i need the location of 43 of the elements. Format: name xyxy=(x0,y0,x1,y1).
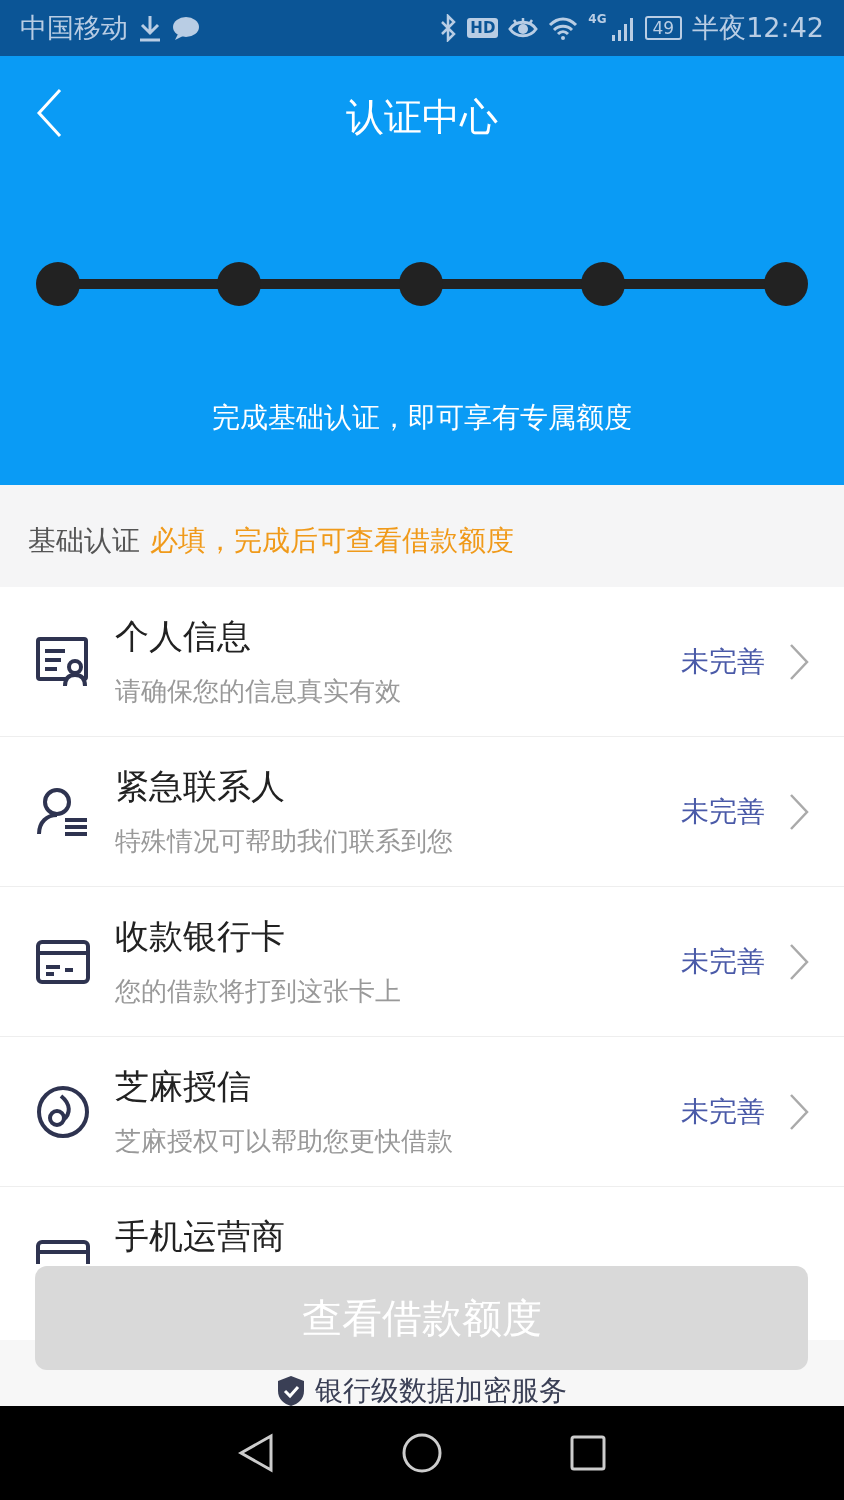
item-subtitle: 特殊情况可帮助我们联系到您 xyxy=(115,825,454,858)
item-title: 收款银行卡 xyxy=(115,915,286,958)
security-note: 银行级数据加密服务 xyxy=(315,1373,567,1406)
chevron-right-icon xyxy=(789,942,809,981)
hd-badge: HD xyxy=(467,18,499,38)
back-nav-icon[interactable] xyxy=(238,1433,274,1473)
item-status: 未完善 xyxy=(681,1093,765,1130)
header-subtitle: 完成基础认证，即可享有专属额度 xyxy=(212,400,632,436)
wifi-icon xyxy=(548,16,579,40)
section-note: 必填，完成后可查看借款额度 xyxy=(150,523,514,559)
download-icon xyxy=(138,14,162,42)
signal-icon xyxy=(610,15,635,41)
page-title: 认证中心 xyxy=(346,94,498,141)
swirl-icon xyxy=(35,1083,91,1140)
chat-bubble-icon xyxy=(172,15,200,41)
back-icon[interactable] xyxy=(36,88,62,138)
verification-item[interactable]: 收款银行卡 您的借款将打到这张卡上 未完善 xyxy=(0,887,844,1037)
item-subtitle: 请确保您的信息真实有效 xyxy=(115,675,402,708)
item-subtitle: 芝麻授权可以帮助您更快借款 xyxy=(115,1125,454,1158)
item-subtitle: 您的借款将打到这张卡上 xyxy=(115,975,402,1008)
section-title: 基础认证 xyxy=(28,523,140,559)
network-type: 4G xyxy=(588,12,607,26)
verification-item[interactable]: 手机运营商 xyxy=(0,1187,844,1264)
item-title: 手机运营商 xyxy=(115,1215,286,1258)
carrier-name: 中国移动 xyxy=(20,11,128,45)
chevron-right-icon xyxy=(789,1092,809,1131)
clock: 半夜12:42 xyxy=(692,11,824,45)
verification-item[interactable]: 个人信息 请确保您的信息真实有效 未完善 xyxy=(0,587,844,737)
item-title: 个人信息 xyxy=(115,615,252,658)
home-nav-icon[interactable] xyxy=(402,1433,442,1473)
chevron-right-icon xyxy=(789,792,809,831)
eye-icon xyxy=(508,16,539,40)
chevron-right-icon xyxy=(789,642,809,681)
item-status: 未完善 xyxy=(681,943,765,980)
item-status: 未完善 xyxy=(681,643,765,680)
verification-item[interactable]: 芝麻授信 芝麻授权可以帮助您更快借款 未完善 xyxy=(0,1037,844,1187)
item-title: 芝麻授信 xyxy=(115,1065,252,1108)
battery-indicator: 49 xyxy=(644,16,683,40)
bluetooth-icon xyxy=(439,14,458,42)
item-status: 未完善 xyxy=(681,793,765,830)
item-title: 紧急联系人 xyxy=(115,765,286,808)
recents-nav-icon[interactable] xyxy=(570,1435,606,1471)
verification-item[interactable]: 紧急联系人 特殊情况可帮助我们联系到您 未完善 xyxy=(0,737,844,887)
